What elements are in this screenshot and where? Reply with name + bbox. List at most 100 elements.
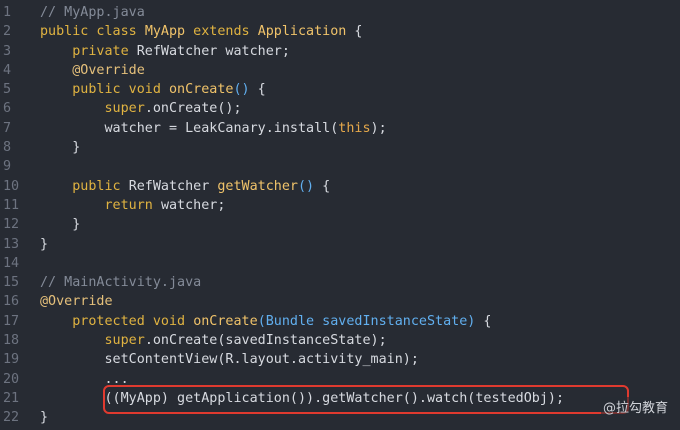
code-text: super.onCreate(); [23, 99, 242, 118]
code-token: { [475, 313, 492, 329]
code-token: setContentView(R.layout.activity_main); [40, 352, 419, 368]
code-lines: 1 // MyApp.java 2 public class MyApp extend… [0, 3, 680, 428]
code-editor[interactable]: 1 // MyApp.java 2 public class MyApp extend… [0, 0, 680, 430]
code-token: watcher = LeakCanary.install( [40, 120, 339, 136]
code-line[interactable]: 6 super.onCreate(); [0, 99, 680, 118]
code-line[interactable]: 2 public class MyApp extends Application … [0, 22, 680, 41]
code-line[interactable]: 10 public RefWatcher getWatcher() { [0, 177, 680, 196]
code-line[interactable]: 8 } [0, 138, 680, 157]
code-token: ); [370, 120, 387, 136]
line-number: 14 [3, 255, 20, 271]
line-number: 5 [3, 82, 12, 98]
code-line[interactable]: 3 private RefWatcher watcher; [0, 42, 680, 61]
code-line[interactable]: 16 @Override [0, 292, 680, 311]
code-line[interactable]: 4 @Override [0, 61, 680, 80]
code-token: } [40, 217, 81, 233]
code-token: // MyApp.java [40, 5, 145, 20]
code-token: @Override [40, 294, 113, 310]
code-text: @Override [23, 61, 145, 80]
code-text: // MainActivity.java [23, 273, 201, 292]
code-line[interactable]: 7 watcher = LeakCanary.install(this); [0, 119, 680, 138]
code-line[interactable]: 22} [0, 408, 680, 427]
code-token: public class [40, 24, 145, 40]
line-number: 1 [3, 5, 12, 20]
code-token: super [104, 333, 145, 349]
code-text: ... [23, 370, 128, 389]
watermark: @拉勾教育 [600, 397, 670, 416]
code-line[interactable]: 15 // MainActivity.java [0, 273, 680, 292]
code-token: // MainActivity.java [40, 275, 202, 291]
code-token: this [338, 120, 371, 136]
line-number: 9 [3, 159, 12, 175]
code-token: Application [257, 24, 347, 40]
code-token: .onCreate(); [144, 101, 242, 117]
code-token: watcher; [160, 197, 226, 213]
line-number: 4 [3, 62, 12, 78]
code-line[interactable]: 5 public void onCreate() { [0, 80, 680, 99]
code-token: (Bundle savedInstanceState) [257, 313, 476, 329]
code-token: } [40, 236, 49, 252]
line-number: 7 [3, 120, 12, 136]
code-text: protected void onCreate(Bundle savedInst… [23, 312, 491, 331]
code-token: () [233, 82, 250, 98]
code-token: } [40, 410, 49, 426]
code-line[interactable]: 12 } [0, 215, 680, 234]
code-line[interactable]: 20 ... [0, 370, 680, 389]
line-number: 8 [3, 140, 12, 156]
line-number: 2 [3, 24, 12, 40]
line-number: 17 [3, 313, 20, 329]
code-token: protected void [72, 313, 194, 329]
code-text: } [23, 408, 48, 427]
line-number: 19 [3, 352, 20, 368]
code-text: } [23, 215, 80, 234]
code-line[interactable]: 1 // MyApp.java [0, 3, 680, 22]
line-number: 10 [3, 178, 20, 194]
code-text: } [23, 138, 80, 157]
code-token: { [346, 24, 363, 40]
code-token: public void [72, 82, 169, 98]
line-number: 12 [3, 217, 20, 233]
code-text: @Override [23, 292, 113, 311]
code-token: extends [185, 24, 258, 40]
code-line[interactable]: 17 protected void onCreate(Bundle savedI… [0, 312, 680, 331]
code-token: return [104, 197, 161, 213]
line-number: 16 [3, 294, 20, 310]
line-number: 6 [3, 101, 12, 117]
code-text: super.onCreate(savedInstanceState); [23, 331, 387, 350]
code-line[interactable]: 13} [0, 235, 680, 254]
code-token: super [104, 101, 145, 117]
code-line[interactable]: 11 return watcher; [0, 196, 680, 215]
code-line[interactable]: 21 ((MyApp) getApplication()).getWatcher… [0, 389, 680, 408]
code-token: @Override [72, 62, 145, 78]
code-text: public void onCreate() { [23, 80, 266, 99]
line-number: 13 [3, 236, 20, 252]
line-number: 15 [3, 275, 20, 291]
code-token: ((MyApp) getApplication()).getWatcher().… [40, 390, 565, 406]
code-token: onCreate [193, 313, 258, 329]
code-text: // MyApp.java [23, 3, 145, 22]
code-line[interactable]: 14 [0, 254, 680, 273]
line-number: 3 [3, 43, 12, 59]
code-token: RefWatcher [128, 178, 218, 194]
line-number: 18 [3, 333, 20, 349]
line-number: 21 [3, 390, 20, 406]
code-line[interactable]: 18 super.onCreate(savedInstanceState); [0, 331, 680, 350]
line-number: 11 [3, 197, 20, 213]
code-token: { [249, 82, 266, 98]
code-token: } [40, 140, 81, 156]
code-text: public RefWatcher getWatcher() { [23, 177, 330, 196]
code-text: watcher = LeakCanary.install(this); [23, 119, 387, 138]
code-token: getWatcher [217, 178, 298, 194]
code-token: MyApp [144, 24, 186, 40]
code-text: setContentView(R.layout.activity_main); [23, 350, 419, 369]
code-line[interactable]: 19 setContentView(R.layout.activity_main… [0, 350, 680, 369]
code-text: ((MyApp) getApplication()).getWatcher().… [23, 389, 564, 408]
code-line[interactable]: 9 [0, 157, 680, 176]
